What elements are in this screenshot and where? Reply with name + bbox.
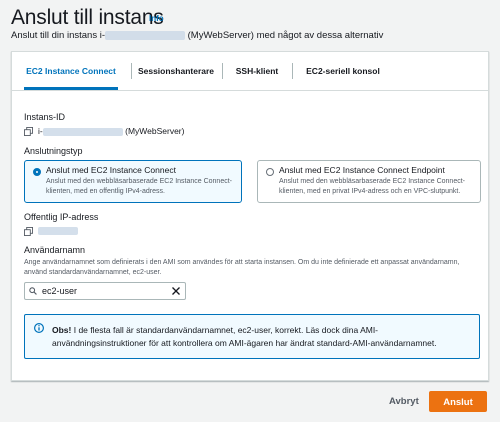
radio-option-instance-connect-endpoint[interactable]: Anslut med EC2 Instance Connect Endpoint…	[257, 160, 481, 203]
tab-bar: EC2 Instance Connect Sessionshanterare S…	[12, 52, 488, 91]
cancel-button[interactable]: Avbryt	[389, 396, 419, 407]
redacted-instance-id	[104, 30, 185, 40]
username-description: Ange användarnamnet som definierats i de…	[24, 259, 460, 276]
instance-name: (MyWebServer)	[125, 126, 185, 136]
redacted-instance-id	[42, 127, 123, 136]
tab-session-manager[interactable]: Sessionshanterare	[136, 52, 216, 90]
alert-message: I de flesta fall är standardanvändarnamn…	[52, 325, 437, 348]
public-ip-label: Offentlig IP-adress	[24, 212, 99, 222]
tab-ec2-serial-console[interactable]: EC2-seriell konsol	[297, 52, 389, 90]
radio-button-unselected[interactable]	[266, 168, 274, 176]
username-input[interactable]	[24, 282, 186, 300]
info-icon	[34, 323, 44, 333]
tab-ec2-instance-connect[interactable]: EC2 Instance Connect	[18, 52, 124, 90]
radio-option-instance-connect[interactable]: Anslut med EC2 Instance Connect Anslut m…	[24, 160, 242, 203]
page-title: Anslut till instans	[11, 6, 164, 29]
connection-type-label: Anslutningstyp	[24, 146, 83, 156]
instance-id-value: i- (MyWebServer)	[38, 126, 184, 136]
copy-icon[interactable]	[24, 127, 33, 136]
redacted-public-ip	[38, 227, 78, 235]
page-subtitle: Anslut till din instans i- (MyWebServer)…	[11, 30, 383, 41]
radio-button-selected[interactable]	[33, 168, 41, 176]
username-field[interactable]	[42, 286, 172, 296]
connect-panel: EC2 Instance Connect Sessionshanterare S…	[11, 51, 489, 381]
tab-divider	[222, 63, 223, 79]
tab-ssh-client[interactable]: SSH-klient	[227, 52, 287, 90]
radio-option-title: Anslut med EC2 Instance Connect Endpoint	[279, 165, 445, 175]
alert-bold: Obs!	[52, 325, 72, 335]
copy-icon[interactable]	[24, 227, 33, 236]
tab-divider	[292, 63, 293, 79]
clear-icon[interactable]	[171, 286, 181, 296]
info-link[interactable]: Info	[149, 14, 164, 23]
radio-option-description: Anslut med den webbläsarbaserade EC2 Ins…	[279, 178, 465, 195]
info-alert: Obs! I de flesta fall är standardanvända…	[24, 314, 480, 359]
username-label: Användarnamn	[24, 245, 86, 255]
instance-id-label: Instans-ID	[24, 112, 66, 122]
subtitle-suffix: (MyWebServer) med något av dessa alterna…	[187, 30, 384, 41]
search-icon	[29, 287, 37, 295]
radio-option-description: Anslut med den webbläsarbaserade EC2 Ins…	[46, 178, 232, 195]
alert-text: Obs! I de flesta fall är standardanvända…	[52, 324, 472, 350]
subtitle-prefix: Anslut till din instans i-	[11, 30, 105, 41]
radio-option-title: Anslut med EC2 Instance Connect	[46, 165, 176, 175]
tab-divider	[131, 63, 132, 79]
connect-button[interactable]: Anslut	[429, 391, 487, 412]
